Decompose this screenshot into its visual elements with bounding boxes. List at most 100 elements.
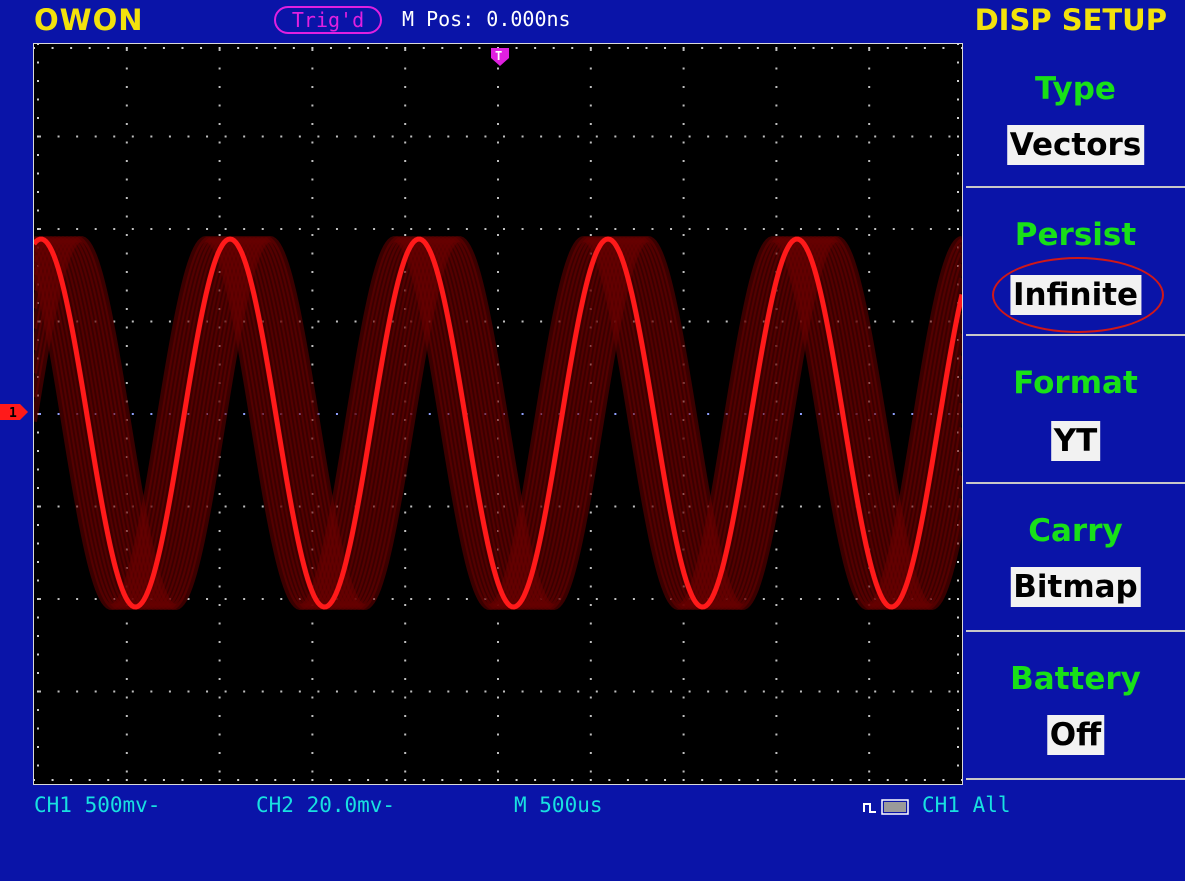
grid-dot (311, 363, 314, 366)
grid-dot (125, 252, 128, 255)
grid-dot (793, 779, 796, 781)
grid-dot (125, 678, 128, 680)
grid-dot (37, 746, 39, 748)
grid-dot (354, 690, 357, 693)
grid-dot (911, 228, 914, 230)
grid-dot (94, 690, 97, 693)
grid-dot (868, 86, 871, 88)
grid-dot (125, 289, 128, 292)
grid-dot (404, 197, 407, 199)
menu-item-type[interactable]: Type Vectors (966, 43, 1185, 188)
grid-dot (701, 779, 704, 781)
grid-dot (144, 47, 147, 49)
grid-dot (37, 598, 39, 600)
menu-label-battery: Battery (1010, 661, 1141, 697)
trigger-marker-label: T (495, 49, 502, 63)
grid-dot (317, 320, 320, 323)
grid-dot (76, 228, 79, 230)
grid-dot (125, 49, 128, 51)
grid-dot (125, 271, 128, 273)
grid-dot (348, 779, 351, 781)
grid-dot (57, 228, 60, 230)
grid-dot (911, 413, 914, 415)
grid-dot (37, 61, 39, 64)
grid-dot (428, 228, 431, 230)
grid-dot (34, 47, 35, 49)
grid-dot (905, 779, 908, 781)
grid-dot (682, 659, 685, 662)
grid-dot (391, 228, 394, 230)
grid-dot (218, 86, 221, 88)
grid-dot (311, 141, 314, 144)
grid-dot (404, 567, 407, 569)
grid-dot (775, 604, 778, 606)
grid-dot (626, 779, 629, 781)
grid-dot (558, 690, 561, 693)
grid-dot (849, 47, 852, 49)
grid-dot (125, 696, 128, 699)
menu-item-carry[interactable]: Carry Bitmap (966, 487, 1185, 632)
acquisition-icon (862, 798, 912, 816)
grid-dot (37, 117, 39, 119)
grid-dot (775, 752, 778, 754)
grid-dot (837, 598, 840, 600)
grid-dot (775, 715, 778, 717)
menu-item-battery[interactable]: Battery Off (966, 635, 1185, 780)
grid-dot (682, 770, 685, 773)
grid-dot (775, 123, 778, 125)
grid-dot (354, 228, 357, 230)
menu-item-format[interactable]: Format YT (966, 339, 1185, 484)
grid-dot (831, 47, 834, 49)
grid-dot (311, 678, 314, 680)
grid-dot (534, 47, 537, 49)
waveform-canvas (34, 44, 962, 781)
grid-dot (540, 320, 543, 323)
grid-dot (577, 598, 580, 600)
grid-dot (218, 474, 221, 477)
waveform-display[interactable] (33, 43, 963, 785)
grid-dot (781, 505, 784, 508)
menu-label-format: Format (1013, 365, 1138, 401)
grid-dot (131, 413, 134, 415)
grid-dot (558, 135, 561, 138)
grid-dot (948, 598, 951, 600)
grid-dot (781, 228, 784, 230)
grid-dot (682, 197, 685, 199)
grid-dot (410, 228, 413, 230)
grid-dot (497, 622, 499, 625)
grid-dot (497, 779, 499, 781)
grid-dot (150, 228, 153, 230)
grid-dot (775, 197, 778, 199)
grid-dot (775, 47, 778, 49)
grid-dot (329, 47, 332, 49)
grid-dot (818, 598, 821, 600)
grid-dot (497, 252, 499, 255)
ch2-scale-readout: CH2 20.0mv- (256, 793, 396, 817)
grid-dot (261, 598, 264, 600)
grid-dot (589, 770, 592, 773)
grid-dot (855, 135, 858, 138)
grid-dot (744, 135, 747, 138)
grid-dot (391, 598, 394, 600)
grid-dot (367, 779, 370, 781)
menu-item-persist[interactable]: Persist Infinite (966, 191, 1185, 336)
grid-dot (94, 228, 97, 230)
grid-dot (738, 779, 741, 781)
grid-dot (818, 228, 821, 230)
grid-dot (404, 104, 407, 107)
grid-dot (682, 779, 685, 781)
grid-dot (589, 67, 592, 70)
grid-dot (243, 598, 246, 600)
grid-dot (57, 690, 60, 693)
grid-dot (868, 252, 871, 255)
brand-logo: OWON (34, 3, 144, 37)
grid-dot (224, 505, 227, 508)
grid-dot (311, 733, 314, 736)
timebase-readout: M 500us (514, 793, 603, 817)
grid-dot (150, 413, 153, 415)
grid-dot (957, 172, 959, 175)
grid-dot (892, 690, 895, 693)
grid-dot (775, 733, 778, 736)
grid-dot (497, 696, 499, 699)
grid-dot (651, 135, 654, 138)
